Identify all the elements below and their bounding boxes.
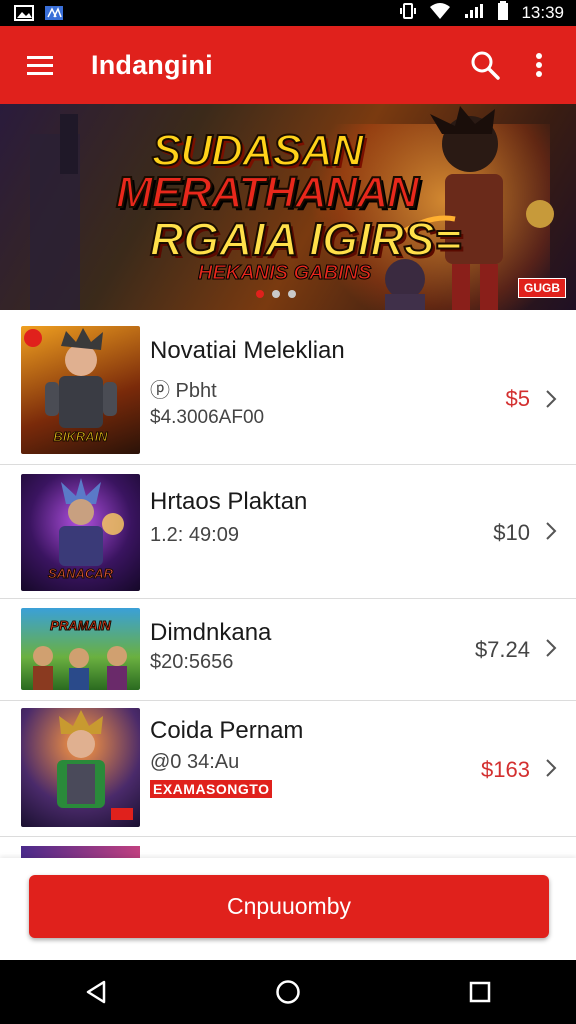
menu-button[interactable] xyxy=(13,38,67,92)
chevron-right-icon xyxy=(546,522,557,540)
item-thumbnail: SANACAR xyxy=(21,474,140,591)
bottom-action-area: Cnpuuomby xyxy=(0,858,576,960)
more-vertical-icon xyxy=(536,53,542,77)
back-triangle-icon xyxy=(86,980,106,1004)
item-name: Coida Pernam xyxy=(150,717,304,744)
search-icon xyxy=(471,51,500,80)
item-name: Dimdnkana xyxy=(150,619,272,646)
chevron-right-icon xyxy=(546,390,557,408)
item-subtitle: 1.2: 49:09 xyxy=(150,524,239,546)
thumbnail-label: BIKRAIN xyxy=(53,429,108,445)
system-nav-bar xyxy=(0,960,576,1024)
list-item[interactable]: Coida Pernam @0 34:Au EXAMASONGTO $163 xyxy=(0,700,576,837)
promo-badge: EXAMASONGTO xyxy=(150,780,273,798)
list-item[interactable]: BIKRAIN Novatiai Meleklian ⓟ Pbht $4.300… xyxy=(0,312,576,465)
item-price: $163 xyxy=(481,757,530,782)
recents-button[interactable] xyxy=(450,962,510,1022)
home-button[interactable] xyxy=(258,962,318,1022)
item-thumbnail: BIKRAIN xyxy=(21,326,140,454)
thumbnail-label: SANACAR xyxy=(48,566,114,582)
promo-banner[interactable]: SUDASAN MERATHANAN RGAIA IGIRS= HEKANIS … xyxy=(0,104,576,310)
cell-signal-icon xyxy=(463,2,485,25)
item-name: Novatiai Meleklian xyxy=(150,337,345,364)
list-item[interactable]: PRAMAIN Dimdnkana $20:5656 $7.24 xyxy=(0,598,576,701)
carousel-dot[interactable] xyxy=(272,290,280,298)
wifi-icon xyxy=(429,2,451,25)
banner-tag: GUGB xyxy=(518,278,566,298)
item-thumbnail: PRAMAIN xyxy=(21,608,140,690)
search-button[interactable] xyxy=(458,38,512,92)
battery-icon xyxy=(497,0,509,26)
primary-action-button[interactable]: Cnpuuomby xyxy=(29,875,549,938)
hamburger-menu-icon xyxy=(27,56,53,75)
back-button[interactable] xyxy=(66,962,126,1022)
chevron-right-icon xyxy=(546,639,557,657)
item-name: Hrtaos Plaktan xyxy=(150,488,308,515)
item-subtitle: @0 34:Au xyxy=(150,751,240,773)
item-price: $5 xyxy=(505,386,530,411)
overflow-menu-button[interactable] xyxy=(512,38,566,92)
item-thumbnail xyxy=(21,708,140,827)
banner-title-line2: MERATHANAN xyxy=(115,167,420,218)
banner-title-line3: RGAIA IGIRS= xyxy=(149,212,462,266)
home-circle-icon xyxy=(276,980,300,1004)
app-bar: Indangini xyxy=(0,26,576,104)
chevron-right-icon xyxy=(546,759,557,777)
app-title: Indangini xyxy=(91,49,213,80)
thumbnail-label: PRAMAIN xyxy=(50,618,112,634)
banner-subtitle: HEKANIS GABINS xyxy=(197,262,372,285)
item-subtitle: ⓟ Pbht xyxy=(150,380,217,402)
vibrate-icon xyxy=(399,2,417,25)
recents-square-icon xyxy=(469,981,491,1003)
list-item[interactable]: SANACAR Hrtaos Plaktan 1.2: 49:09 $10 xyxy=(0,464,576,599)
carousel-indicator xyxy=(256,290,296,298)
gallery-notification-icon xyxy=(14,5,34,21)
carousel-dot[interactable] xyxy=(288,290,296,298)
app-notification-icon xyxy=(44,5,64,21)
item-detail: $4.3006AF00 xyxy=(150,407,265,428)
clock-text: 13:39 xyxy=(521,3,564,22)
item-subtitle: $20:5656 xyxy=(150,651,234,673)
status-bar: 13:39 xyxy=(0,0,576,26)
carousel-dot[interactable] xyxy=(256,290,264,298)
item-price: $7.24 xyxy=(474,637,530,662)
item-price: $10 xyxy=(493,520,530,545)
